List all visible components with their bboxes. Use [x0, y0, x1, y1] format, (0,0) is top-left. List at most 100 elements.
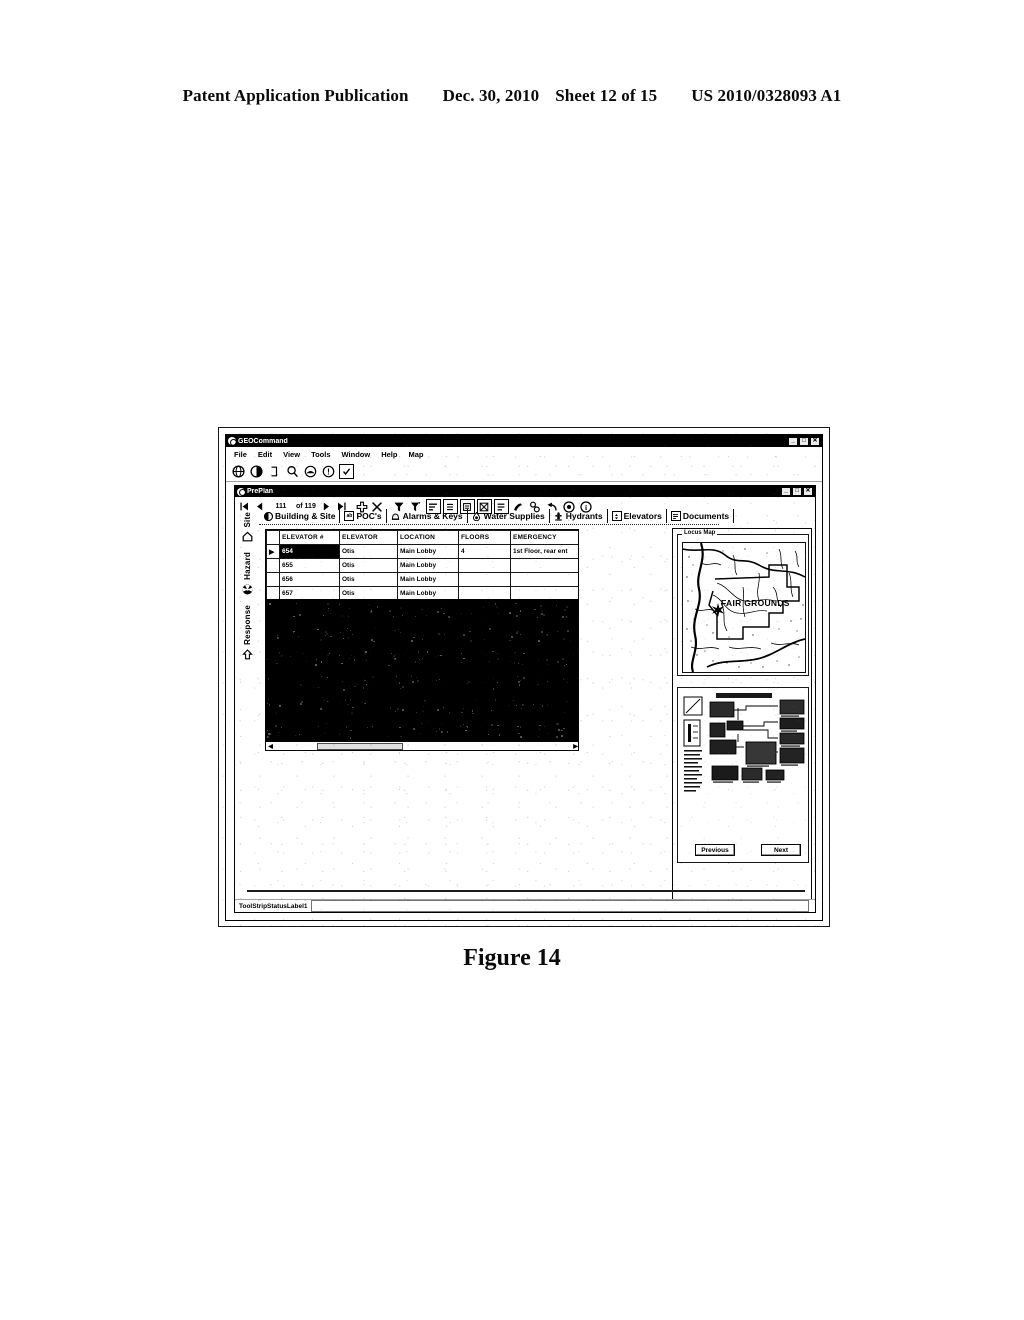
- cell-elevator[interactable]: Otis: [339, 572, 398, 587]
- geocommand-toolbar[interactable]: !: [226, 461, 822, 482]
- bell-icon: [391, 511, 401, 521]
- locus-map-image[interactable]: FAIR GROUNDS: [682, 542, 806, 673]
- star-marker-icon: [711, 603, 725, 617]
- menu-item-help[interactable]: Help: [381, 450, 397, 459]
- document-icon: [670, 511, 681, 521]
- tab-documents-label: Documents: [682, 511, 730, 521]
- patent-date: Dec. 30, 2010: [442, 86, 540, 105]
- sidebar-item-response[interactable]: Response: [241, 605, 253, 660]
- tabstrip-underline: [259, 524, 719, 525]
- row-selector[interactable]: [266, 558, 280, 573]
- menu-item-window[interactable]: Window: [342, 450, 371, 459]
- site-plan-thumbnail[interactable]: [680, 690, 807, 803]
- column-header-location[interactable]: LOCATION: [397, 530, 459, 545]
- previous-button[interactable]: Previous: [695, 844, 735, 856]
- cell-location[interactable]: Main Lobby: [397, 544, 459, 559]
- table-row[interactable]: 655 Otis Main Lobby: [266, 558, 578, 573]
- sidebar-item-site[interactable]: Site: [241, 512, 253, 542]
- sidebar-item-hazard[interactable]: Hazard: [241, 552, 253, 595]
- geocommand-window: GEOCommand _ □ ✕ File Edit View Tools Wi…: [225, 434, 823, 921]
- preplan-window: PrePlan _ □ ✕ 111 of 119 i Site Hazard R…: [234, 485, 816, 913]
- tab-pocs-label: POC's: [356, 511, 382, 521]
- checklist-icon[interactable]: [339, 463, 354, 479]
- tab-elevators[interactable]: Elevators: [608, 509, 667, 523]
- geocommand-menubar[interactable]: File Edit View Tools Window Help Map: [226, 447, 822, 461]
- contact-card-icon: ab: [344, 511, 355, 521]
- cell-elevator[interactable]: Otis: [339, 544, 398, 559]
- preplan-close-button[interactable]: ✕: [803, 487, 813, 496]
- sidebar-item-response-label: Response: [242, 605, 252, 646]
- alert-icon[interactable]: !: [321, 464, 336, 479]
- menu-item-tools[interactable]: Tools: [311, 450, 330, 459]
- new-document-icon[interactable]: [267, 464, 282, 479]
- cell-location[interactable]: Main Lobby: [397, 558, 459, 573]
- column-header-floors[interactable]: FLOORS: [458, 530, 511, 545]
- preplan-minimize-button[interactable]: _: [781, 487, 791, 496]
- column-header-elevator[interactable]: ELEVATOR: [339, 530, 398, 545]
- geocommand-title: GEOCommand: [238, 437, 288, 445]
- maximize-button[interactable]: □: [799, 436, 809, 446]
- scroll-thumb[interactable]: [317, 742, 403, 750]
- tab-hydrants-label: Hydrants: [565, 511, 603, 521]
- cell-floors[interactable]: [458, 572, 511, 587]
- tab-elevators-label: Elevators: [623, 511, 662, 521]
- preplan-maximize-button[interactable]: □: [792, 487, 802, 496]
- svg-text:!: !: [327, 467, 330, 476]
- menu-item-file[interactable]: File: [234, 450, 247, 459]
- cell-elevator[interactable]: Otis: [339, 558, 398, 573]
- table-row[interactable]: 656 Otis Main Lobby: [266, 572, 578, 587]
- geocommand-titlebar[interactable]: GEOCommand _ □ ✕: [226, 435, 822, 447]
- preplan-side-rail[interactable]: Site Hazard Response: [238, 508, 256, 904]
- water-drop-icon: [472, 511, 482, 521]
- preplan-window-buttons[interactable]: _ □ ✕: [781, 487, 813, 496]
- locate-icon[interactable]: [249, 464, 264, 479]
- document-thumbnail-group[interactable]: Previous Next: [677, 687, 809, 863]
- cell-floors[interactable]: [458, 558, 511, 573]
- tab-documents[interactable]: Documents: [667, 509, 735, 523]
- datagrid-horizontal-scrollbar[interactable]: ◀ ▶: [266, 741, 578, 750]
- cell-elevator-number[interactable]: 654: [279, 544, 340, 559]
- house-icon: [241, 530, 253, 542]
- tab-alarms-and-keys[interactable]: Alarms & Keys: [387, 509, 468, 523]
- print-preview-icon[interactable]: [303, 464, 318, 479]
- tab-pocs[interactable]: ab POC's: [340, 509, 387, 523]
- radiation-icon: [241, 583, 253, 595]
- thumbnail-pager[interactable]: Previous Next: [682, 844, 808, 856]
- cell-emergency[interactable]: [510, 558, 578, 573]
- table-row[interactable]: ▶ 654 Otis Main Lobby 4 1st Floor, rear …: [266, 544, 578, 559]
- tab-building-and-site[interactable]: Building & Site: [259, 509, 341, 523]
- close-button[interactable]: ✕: [810, 436, 820, 446]
- next-button[interactable]: Next: [761, 844, 801, 856]
- globe-icon[interactable]: [231, 464, 246, 479]
- cell-location[interactable]: Main Lobby: [397, 572, 459, 587]
- menu-item-edit[interactable]: Edit: [258, 450, 272, 459]
- cell-floors[interactable]: 4: [458, 544, 511, 559]
- tab-building-and-site-label: Building & Site: [275, 511, 336, 521]
- row-selector[interactable]: [266, 572, 280, 587]
- globe-icon: [228, 437, 237, 446]
- row-selector[interactable]: ▶: [266, 544, 280, 559]
- status-field: [310, 900, 809, 912]
- column-header-elevator-number[interactable]: ELEVATOR #: [279, 530, 340, 545]
- cell-elevator-number[interactable]: 656: [279, 572, 340, 587]
- elevators-datagrid[interactable]: ELEVATOR # ELEVATOR LOCATION FLOORS EMER…: [265, 529, 579, 751]
- status-label: ToolStripStatusLabel1: [239, 902, 308, 910]
- building-icon: [263, 511, 273, 521]
- preplan-tabstrip[interactable]: Building & Site ab POC's Alarms & Keys W…: [259, 508, 811, 524]
- menu-item-map[interactable]: Map: [408, 450, 423, 459]
- cell-emergency[interactable]: 1st Floor, rear ent: [510, 544, 578, 559]
- menu-item-view[interactable]: View: [283, 450, 300, 459]
- tab-hydrants[interactable]: Hydrants: [550, 509, 608, 523]
- cell-emergency[interactable]: [510, 572, 578, 587]
- scroll-right-arrow[interactable]: ▶: [571, 743, 578, 750]
- locus-map-place-label: FAIR GROUNDS: [721, 598, 790, 608]
- search-icon[interactable]: [285, 464, 300, 479]
- minimize-button[interactable]: _: [788, 436, 798, 446]
- geocommand-window-buttons[interactable]: _ □ ✕: [788, 436, 820, 446]
- scroll-left-arrow[interactable]: ◀: [266, 743, 275, 750]
- sidebar-item-site-label: Site: [242, 512, 252, 528]
- tab-water-supplies[interactable]: Water Supplies: [468, 509, 550, 523]
- preplan-titlebar[interactable]: PrePlan _ □ ✕: [235, 486, 815, 497]
- column-header-emergency[interactable]: EMERGENCY: [510, 530, 578, 545]
- cell-elevator-number[interactable]: 655: [279, 558, 340, 573]
